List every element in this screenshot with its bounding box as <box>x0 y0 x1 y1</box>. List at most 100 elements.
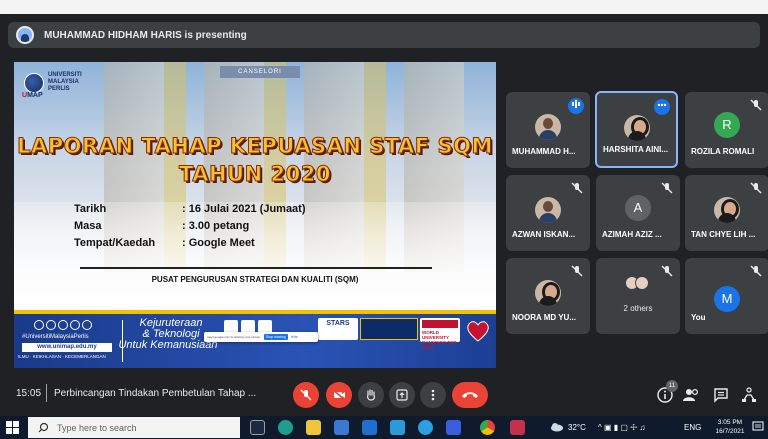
participant-tile[interactable]: A AZIMAH AZIZ ... <box>596 175 680 251</box>
meeting-title: Perbincangan Tindakan Pembetulan Tahap .… <box>54 388 257 399</box>
more-vert-icon <box>431 389 435 401</box>
facebook-icon <box>34 320 44 330</box>
website: www.unimap.edu.my <box>22 343 112 352</box>
instagram-icon <box>46 320 56 330</box>
participant-tile[interactable]: NOORA MD YU... <box>506 258 590 334</box>
unimap-logo: UNIVERSITI MALAYSIA PERLIS <box>24 72 82 93</box>
social-icons <box>34 320 92 330</box>
stars-badge: STARS <box>318 318 358 340</box>
language-indicator[interactable]: ENG <box>684 423 701 432</box>
presenting-banner[interactable]: MUHAMMAD HIDHAM HARIS is presenting <box>8 22 760 48</box>
unimap-crest-icon <box>24 72 44 93</box>
participant-name: NOORA MD YU... <box>512 313 577 322</box>
hashtag: #UniversitiMalaysiaPerlis <box>22 334 89 340</box>
windows-taskbar: Type here to search 32°C ^ ▣ ▮ ▢ ☩ ♫ ENG… <box>0 416 768 439</box>
mic-off-icon <box>661 182 673 194</box>
slide-subtitle: TAHUN 2020 <box>179 162 331 187</box>
participant-name: ROZILA ROMALI <box>691 147 755 156</box>
present-icon <box>396 389 408 401</box>
world-ranking-text: WORLD UNIVERSITY RANKINGS TOP 1000+ <box>422 330 457 350</box>
participant-avatar <box>535 280 561 306</box>
mic-off-icon <box>300 389 312 401</box>
participant-tile[interactable]: HARSHITA AINI... <box>595 91 678 168</box>
end-call-icon <box>462 392 478 398</box>
participant-tile[interactable]: TAN CHYE LIH ... <box>685 175 768 251</box>
heart-icon <box>467 321 489 342</box>
notification-icon[interactable] <box>752 421 764 433</box>
hide-button[interactable]: Hide <box>291 335 298 339</box>
mic-off-icon <box>571 265 583 277</box>
others-tile[interactable]: 2 others <box>596 258 680 334</box>
zoom-icon[interactable] <box>446 420 461 435</box>
chrome-icon[interactable] <box>480 420 495 435</box>
camera-off-icon <box>332 389 346 401</box>
people-icon[interactable] <box>682 386 700 404</box>
participant-name: AZIMAH AZIZ ... <box>602 230 662 239</box>
app-icon[interactable] <box>390 420 405 435</box>
meeting-controls-bar: 15:05 Perbincangan Tindakan Pembetulan T… <box>0 372 768 416</box>
event-details: Tarikh: 16 Julai 2021 (Jumaat) Masa: 3.0… <box>74 200 306 251</box>
chat-icon[interactable] <box>712 386 730 404</box>
edge-browser-icon[interactable] <box>278 420 293 435</box>
mic-off-icon <box>571 182 583 194</box>
participant-name: You <box>691 313 706 322</box>
windows-start-icon[interactable] <box>6 421 19 434</box>
participant-tile[interactable]: AZWAN ISKAN... <box>506 175 590 251</box>
tray-icons[interactable]: ^ ▣ ▮ ▢ ☩ ♫ <box>598 423 646 432</box>
others-label: 2 others <box>623 304 653 313</box>
linkedin-icon <box>82 320 92 330</box>
motto: ILMU · KEIKHLASAN · KECEMERLANGAN <box>18 354 106 359</box>
footer-strip <box>14 310 496 314</box>
microsoft-store-icon[interactable] <box>334 420 349 435</box>
slide-title: LAPORAN TAHAP KEPUASAN STAF SQM <box>17 134 493 159</box>
self-tile[interactable]: M You <box>685 258 768 334</box>
activities-icon[interactable] <box>740 386 758 404</box>
participant-avatar <box>623 115 650 141</box>
mail-icon[interactable] <box>362 420 377 435</box>
taskbar-search-box[interactable]: Type here to search <box>28 417 240 438</box>
taskbar-clock[interactable]: 3:05 PM 16/7/2021 <box>710 418 750 436</box>
organizer-label: PUSAT PENGURUSAN STRATEGI DAN KUALITI (S… <box>151 275 359 284</box>
telegram-icon[interactable] <box>418 420 433 435</box>
mic-off-icon <box>750 99 762 111</box>
top-band <box>0 0 768 14</box>
search-placeholder: Type here to search <box>57 422 137 433</box>
detail-row: Tarikh: 16 Julai 2021 (Jumaat) <box>74 202 306 215</box>
powerpoint-icon[interactable] <box>510 420 525 435</box>
world-ranking-bar <box>422 320 458 328</box>
participant-tile[interactable]: R ROZILA ROMALI <box>685 92 768 168</box>
search-icon <box>38 422 49 433</box>
participant-name: AZWAN ISKAN... <box>512 230 576 239</box>
task-view-icon[interactable] <box>250 420 265 435</box>
detail-row: Tempat/Kaedah: Google Meet <box>74 236 255 249</box>
leave-call-button[interactable] <box>452 382 488 408</box>
raise-hand-button[interactable] <box>358 382 384 408</box>
participant-name: HARSHITA AINI... <box>603 145 669 154</box>
mic-off-icon <box>750 182 762 194</box>
presenter-avatar <box>16 26 34 44</box>
self-avatar: M <box>714 286 740 312</box>
people-count-badge: 11 <box>666 380 678 392</box>
screen-share-popup: meet.google.com is sharing your screen. … <box>204 332 318 342</box>
temperature[interactable]: 32°C <box>568 423 586 432</box>
weather-cloud-icon[interactable] <box>550 422 564 432</box>
logo-abbreviation: UMAP <box>22 92 43 99</box>
mic-toggle-button[interactable] <box>293 382 319 408</box>
logo-text: UNIVERSITI MALAYSIA PERLIS <box>48 72 82 92</box>
building-sign: CANSELORI <box>220 66 300 78</box>
mic-off-icon <box>661 265 673 277</box>
stop-sharing-button[interactable]: Stop sharing <box>264 334 288 340</box>
more-options-icon[interactable] <box>654 99 670 115</box>
more-options-button[interactable] <box>420 382 446 408</box>
file-explorer-icon[interactable] <box>306 420 321 435</box>
participant-avatar: A <box>625 195 651 221</box>
separator <box>46 384 47 402</box>
meeting-time: 15:05 <box>16 388 42 399</box>
present-now-button[interactable] <box>389 382 415 408</box>
camera-toggle-button[interactable] <box>326 382 352 408</box>
participant-avatar <box>714 197 740 223</box>
participant-name: MUHAMMAD H... <box>512 147 576 156</box>
mic-off-icon <box>750 265 762 277</box>
ranking-badge <box>360 318 418 340</box>
participant-tile[interactable]: MUHAMMAD H... <box>506 92 590 168</box>
